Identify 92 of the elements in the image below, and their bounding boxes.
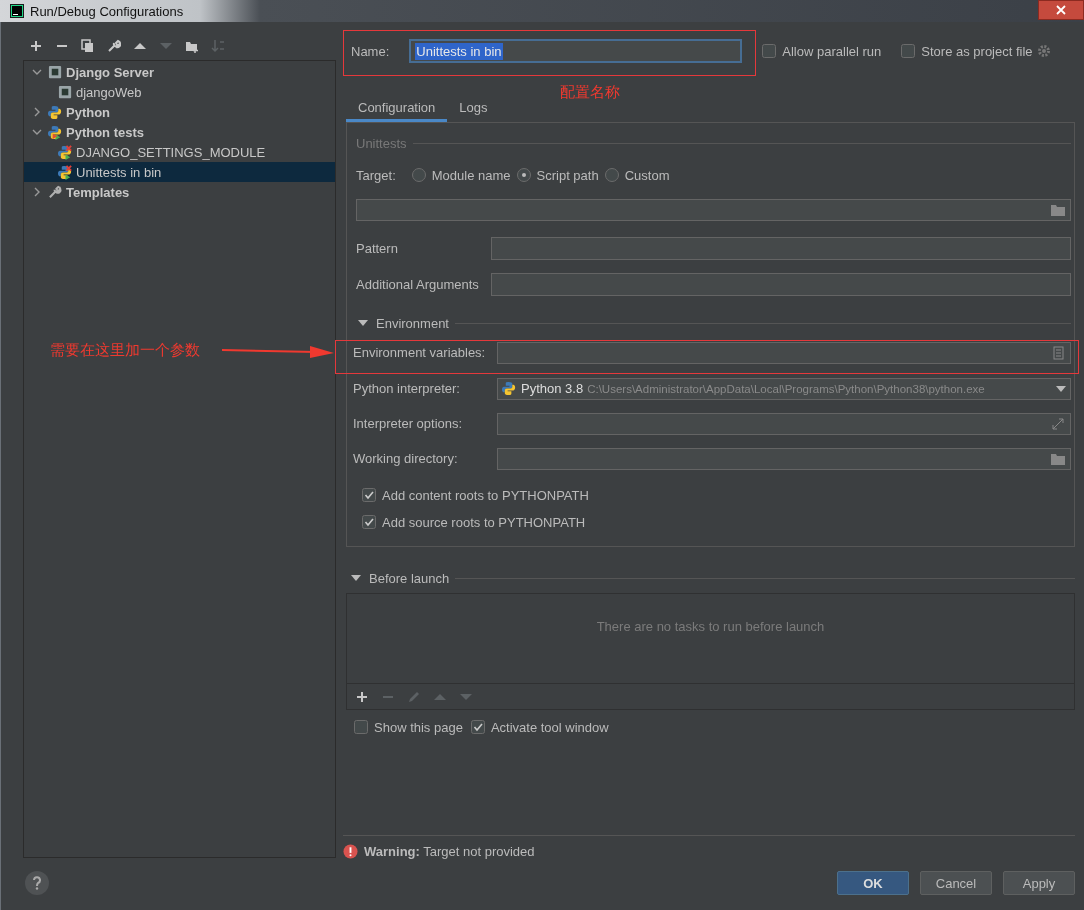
- close-button[interactable]: [1038, 0, 1084, 20]
- field-label: Pattern: [356, 241, 399, 256]
- triangle-down-icon[interactable]: [356, 318, 370, 328]
- section-title: Unittests: [356, 135, 407, 151]
- checkbox-label: Store as project file: [921, 43, 1033, 59]
- field-label: Python interpreter:: [353, 381, 461, 396]
- error-icon: [343, 843, 358, 859]
- input-field[interactable]: [491, 237, 1071, 260]
- wrench-icon[interactable]: [107, 39, 121, 53]
- window-title: Run/Debug Configurations: [30, 3, 184, 19]
- input-field[interactable]: [497, 447, 1071, 470]
- folder-icon[interactable]: [1050, 203, 1066, 217]
- caret-icon: [1056, 384, 1066, 393]
- chevron-down-icon[interactable]: [32, 67, 42, 77]
- copy-icon[interactable]: [81, 39, 95, 53]
- checkbox-label: Allow parallel run: [782, 43, 882, 59]
- help-button[interactable]: [25, 871, 49, 895]
- tree-item[interactable]: Python tests: [24, 122, 335, 142]
- wrench-icon: [48, 184, 63, 200]
- target-label: Target:: [356, 167, 396, 183]
- tree-label: Python: [66, 104, 111, 120]
- name-field[interactable]: Unittests in bin: [409, 39, 743, 63]
- dialog-button[interactable]: OK: [837, 871, 909, 895]
- tree-item[interactable]: Python: [24, 102, 335, 122]
- input-field[interactable]: [491, 273, 1071, 296]
- square-icon: [48, 64, 63, 80]
- checkbox-label: Show this page: [374, 719, 463, 735]
- checkbox[interactable]: [470, 720, 485, 734]
- tree-label: djangoWeb: [76, 84, 142, 100]
- field-label: Working directory:: [353, 451, 459, 466]
- tree-item[interactable]: Templates: [24, 182, 335, 202]
- input-field[interactable]: [497, 412, 1071, 435]
- checkbox-label: Add source roots to PYTHONPATH: [382, 514, 586, 530]
- dialog-button[interactable]: Cancel: [920, 871, 992, 895]
- tree-label: DJANGO_SETTINGS_MODULE: [76, 144, 266, 160]
- checkbox[interactable]: [354, 720, 368, 734]
- tab[interactable]: Logs: [447, 95, 500, 122]
- app-icon: [10, 4, 24, 18]
- radio-button[interactable]: [604, 168, 619, 182]
- python-icon: [502, 381, 517, 396]
- triangle-down-icon[interactable]: [349, 573, 363, 583]
- input-field[interactable]: [497, 341, 1071, 364]
- checkbox[interactable]: [362, 488, 376, 502]
- dialog-button[interactable]: Apply: [1003, 871, 1075, 895]
- chevron-down-icon[interactable]: [32, 127, 42, 137]
- tree-label: Python tests: [66, 124, 144, 140]
- square-icon: [58, 84, 73, 100]
- tree-label: Unittests in bin: [76, 164, 162, 180]
- python-icon: [58, 144, 73, 160]
- python-icon: [58, 164, 73, 180]
- script-path-field[interactable]: [356, 199, 1071, 221]
- warning-message: Warning: Target not provided: [364, 843, 535, 859]
- checkbox[interactable]: [901, 44, 916, 58]
- field-label: Interpreter options:: [353, 416, 464, 431]
- settings-icon[interactable]: [1036, 44, 1051, 58]
- document-icon[interactable]: [1050, 345, 1066, 360]
- radio-label: Custom: [624, 167, 670, 183]
- checkbox-label: Activate tool window: [490, 719, 609, 735]
- tree-item[interactable]: DJANGO_SETTINGS_MODULE: [24, 142, 335, 162]
- annotation-text: 需要在这里加一个参数: [50, 341, 200, 360]
- empty-message: There are no tasks to run before launch: [596, 619, 825, 636]
- radio-label: Script path: [536, 167, 599, 183]
- add-icon[interactable]: [29, 39, 43, 53]
- add-icon[interactable]: [355, 689, 369, 704]
- python-icon: [48, 104, 63, 120]
- annotation-text: 配置名称: [560, 83, 620, 102]
- expand-icon[interactable]: [1050, 416, 1066, 431]
- tree-label: Templates: [66, 184, 130, 200]
- section-title: Before launch: [369, 570, 450, 586]
- field-label: Additional Arguments: [356, 277, 480, 292]
- chevron-right-icon[interactable]: [32, 107, 42, 117]
- checkbox-label: Add content roots to PYTHONPATH: [382, 487, 589, 503]
- radio-button[interactable]: [411, 168, 426, 182]
- tree-item[interactable]: djangoWeb: [24, 82, 335, 102]
- tree-item[interactable]: Unittests in bin: [24, 162, 335, 182]
- checkbox[interactable]: [362, 515, 376, 529]
- tree-item[interactable]: Django Server: [24, 62, 335, 82]
- radio-label: Module name: [431, 167, 511, 183]
- python-icon: [48, 124, 63, 140]
- field-label: Environment variables:: [353, 345, 487, 360]
- checkbox[interactable]: [762, 44, 777, 58]
- name-label: Name:: [351, 43, 390, 59]
- section-title: Environment: [376, 315, 449, 331]
- radio-button[interactable]: [516, 168, 531, 182]
- interpreter-dropdown[interactable]: Python 3.8 C:\Users\Administrator\AppData\Local\Programs\Python\Python38\python.exe: [497, 377, 1071, 400]
- tab[interactable]: Configuration: [346, 95, 448, 122]
- tree-label: Django Server: [66, 64, 155, 80]
- close-icon: [1056, 5, 1066, 15]
- chevron-right-icon[interactable]: [32, 187, 42, 197]
- question-icon: [32, 876, 42, 890]
- folder-icon[interactable]: [185, 39, 199, 53]
- folder-icon[interactable]: [1050, 451, 1066, 466]
